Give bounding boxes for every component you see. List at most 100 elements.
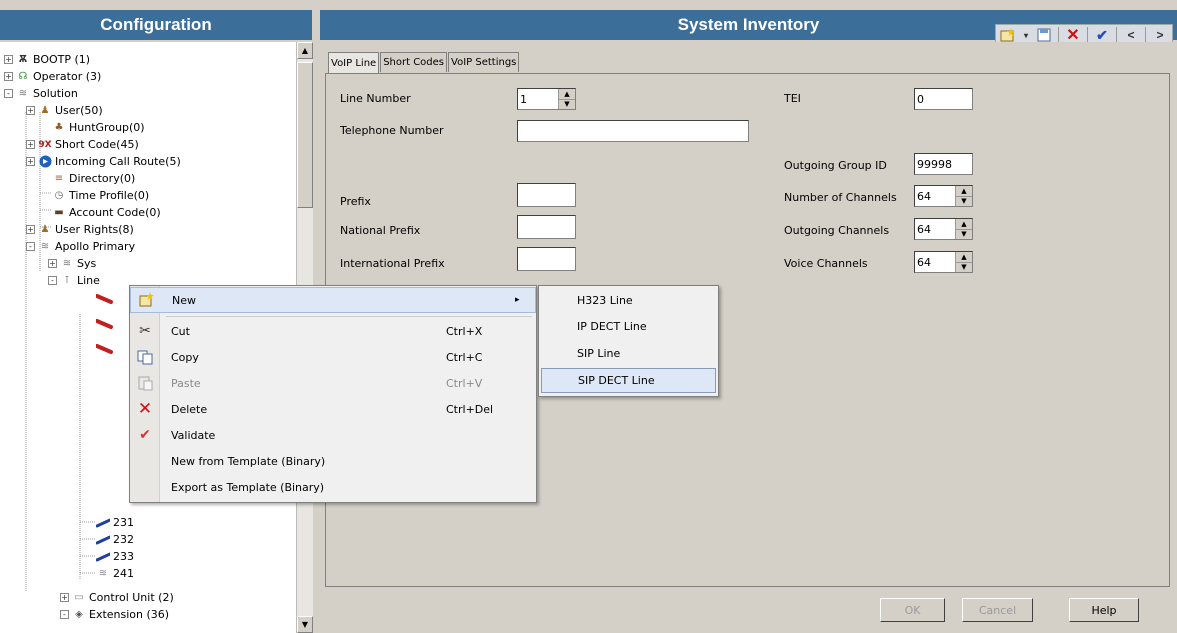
- tree-item-label: 232: [113, 533, 134, 546]
- prev-icon[interactable]: <: [1123, 27, 1139, 43]
- spin-up-icon[interactable]: ▲: [955, 186, 972, 197]
- submenu-item-sip-line[interactable]: SIP Line: [541, 341, 716, 366]
- international-prefix-label: International Prefix: [340, 257, 445, 270]
- system-inventory-header: System Inventory ▾ ✕ ✔ < >: [320, 10, 1177, 46]
- line-number-stepper[interactable]: 1 ▲ ▼: [517, 88, 576, 110]
- spin-up-icon[interactable]: ▲: [558, 89, 575, 100]
- expand-toggle[interactable]: +: [60, 593, 69, 602]
- voice-channels-value: 64: [917, 255, 931, 269]
- menu-item-cut[interactable]: ✂ Cut Ctrl+X: [130, 318, 536, 344]
- expand-toggle[interactable]: +: [26, 140, 35, 149]
- tree-item-line-241[interactable]: ≋ 241: [96, 565, 134, 582]
- tree-item-solution[interactable]: - ≋ Solution: [4, 85, 78, 102]
- telephone-number-field[interactable]: [517, 120, 749, 142]
- expand-toggle[interactable]: +: [26, 157, 35, 166]
- menu-item-new-from-template[interactable]: New from Template (Binary): [130, 448, 536, 474]
- tree-item-account-code[interactable]: ▬ Account Code(0): [52, 204, 160, 221]
- spin-down-icon[interactable]: ▼: [955, 196, 972, 206]
- tree-item-label: Time Profile(0): [69, 189, 150, 202]
- submenu-item-h323-line[interactable]: H323 Line: [541, 288, 716, 313]
- time-profile-icon: ◷: [54, 190, 64, 201]
- tree-item-label: HuntGroup(0): [69, 121, 145, 134]
- national-prefix-label: National Prefix: [340, 224, 421, 237]
- cancel-button[interactable]: Cancel: [962, 598, 1033, 622]
- number-of-channels-stepper[interactable]: 64 ▲ ▼: [914, 185, 973, 207]
- huntgroup-icon: ♣: [54, 122, 64, 133]
- toolbar-separator: [1087, 27, 1088, 43]
- delete-icon[interactable]: ✕: [1065, 27, 1081, 44]
- help-button[interactable]: Help: [1069, 598, 1139, 622]
- expand-toggle[interactable]: +: [4, 72, 13, 81]
- tree-item-label: Sys: [77, 257, 97, 270]
- menu-item-export-as-template[interactable]: Export as Template (Binary): [130, 474, 536, 500]
- next-icon[interactable]: >: [1152, 27, 1168, 43]
- expand-toggle[interactable]: +: [48, 259, 57, 268]
- spin-down-icon[interactable]: ▼: [558, 99, 575, 109]
- tree-item-line[interactable]: - ⊺ Line: [48, 272, 100, 289]
- tab-short-codes[interactable]: Short Codes: [380, 52, 448, 72]
- submenu-item-ip-dect-line[interactable]: IP DECT Line: [541, 314, 716, 339]
- expand-toggle[interactable]: +: [4, 55, 13, 64]
- tree-item-huntgroup[interactable]: ♣ HuntGroup(0): [52, 119, 145, 136]
- menu-item-paste[interactable]: Paste Ctrl+V: [130, 370, 536, 396]
- spin-down-icon[interactable]: ▼: [955, 262, 972, 272]
- expand-toggle[interactable]: +: [26, 106, 35, 115]
- menu-item-delete[interactable]: ✕ Delete Ctrl+Del: [130, 396, 536, 422]
- expand-toggle[interactable]: +: [26, 225, 35, 234]
- collapse-toggle[interactable]: -: [26, 242, 35, 251]
- save-icon[interactable]: [1036, 27, 1052, 43]
- ok-button[interactable]: OK: [880, 598, 945, 622]
- account-code-icon: ▬: [54, 207, 64, 218]
- tree-item-line-232[interactable]: 232: [96, 531, 134, 548]
- scroll-down-icon[interactable]: ▼: [297, 616, 313, 633]
- tei-label: TEI: [784, 92, 801, 105]
- tree-item-apollo-primary[interactable]: - ≋ Apollo Primary: [26, 238, 135, 255]
- line-entry-icon: [95, 294, 114, 307]
- outgoing-channels-stepper[interactable]: 64 ▲ ▼: [914, 218, 973, 240]
- tree-item-line-231[interactable]: 231: [96, 514, 134, 531]
- collapse-toggle[interactable]: -: [4, 89, 13, 98]
- tree-item-operator[interactable]: + ☊ Operator (3): [4, 68, 101, 85]
- tree-item-user[interactable]: + ♟ User(50): [26, 102, 103, 119]
- spin-down-icon[interactable]: ▼: [955, 229, 972, 239]
- tree-item-bootp[interactable]: + Ѫ BOOTP (1): [4, 51, 90, 68]
- tree-item-extension[interactable]: - ◈ Extension (36): [60, 606, 169, 623]
- configuration-title: Configuration: [100, 15, 212, 34]
- tree-item-incoming-call-route[interactable]: + Incoming Call Route(5): [26, 153, 181, 170]
- spin-up-icon[interactable]: ▲: [955, 219, 972, 230]
- new-icon: [137, 291, 155, 309]
- shortcode-icon: 9X: [38, 139, 52, 150]
- menu-item-copy[interactable]: Copy Ctrl+C: [130, 344, 536, 370]
- new-icon[interactable]: [1000, 27, 1016, 43]
- scroll-thumb[interactable]: [297, 62, 313, 208]
- menu-item-new[interactable]: New ▸: [130, 287, 536, 313]
- voice-channels-stepper[interactable]: 64 ▲ ▼: [914, 251, 973, 273]
- dropdown-icon[interactable]: ▾: [1022, 27, 1030, 43]
- international-prefix-field[interactable]: [517, 247, 576, 271]
- tree-item-control-unit[interactable]: + ▭ Control Unit (2): [60, 589, 174, 606]
- tree-item-system[interactable]: + ≋ Sys: [48, 255, 96, 272]
- menu-item-validate[interactable]: ✔ Validate: [130, 422, 536, 448]
- tree-item-line-233[interactable]: 233: [96, 548, 134, 565]
- submenu-item-sip-dect-line[interactable]: SIP DECT Line: [541, 368, 716, 393]
- outgoing-group-id-field[interactable]: 99998: [914, 153, 973, 175]
- tree-item-label: Operator (3): [33, 70, 102, 83]
- collapse-toggle[interactable]: -: [48, 276, 57, 285]
- context-menu: New ▸ ✂ Cut Ctrl+X Copy Ctrl+C Paste Ctr…: [129, 285, 537, 503]
- tree-item-user-rights[interactable]: + ♟ User Rights(8): [26, 221, 134, 238]
- prefix-field[interactable]: [517, 183, 576, 207]
- tree-item-short-code[interactable]: + 9X Short Code(45): [26, 136, 139, 153]
- collapse-toggle[interactable]: -: [60, 610, 69, 619]
- menu-item-shortcut: Ctrl+C: [446, 350, 483, 364]
- scroll-up-icon[interactable]: ▲: [297, 42, 313, 59]
- tab-voip-settings[interactable]: VoIP Settings: [448, 52, 520, 72]
- tree-item-label: Extension (36): [89, 608, 170, 621]
- tei-field[interactable]: 0: [914, 88, 973, 110]
- tree-item-directory[interactable]: ≡ Directory(0): [52, 170, 135, 187]
- tab-bar: VoIP Line Short Codes VoIP Settings: [328, 52, 520, 73]
- tree-item-time-profile[interactable]: ◷ Time Profile(0): [52, 187, 150, 204]
- validate-icon[interactable]: ✔: [1094, 27, 1110, 43]
- spin-up-icon[interactable]: ▲: [955, 252, 972, 263]
- tab-voip-line[interactable]: VoIP Line: [328, 52, 380, 73]
- national-prefix-field[interactable]: [517, 215, 576, 239]
